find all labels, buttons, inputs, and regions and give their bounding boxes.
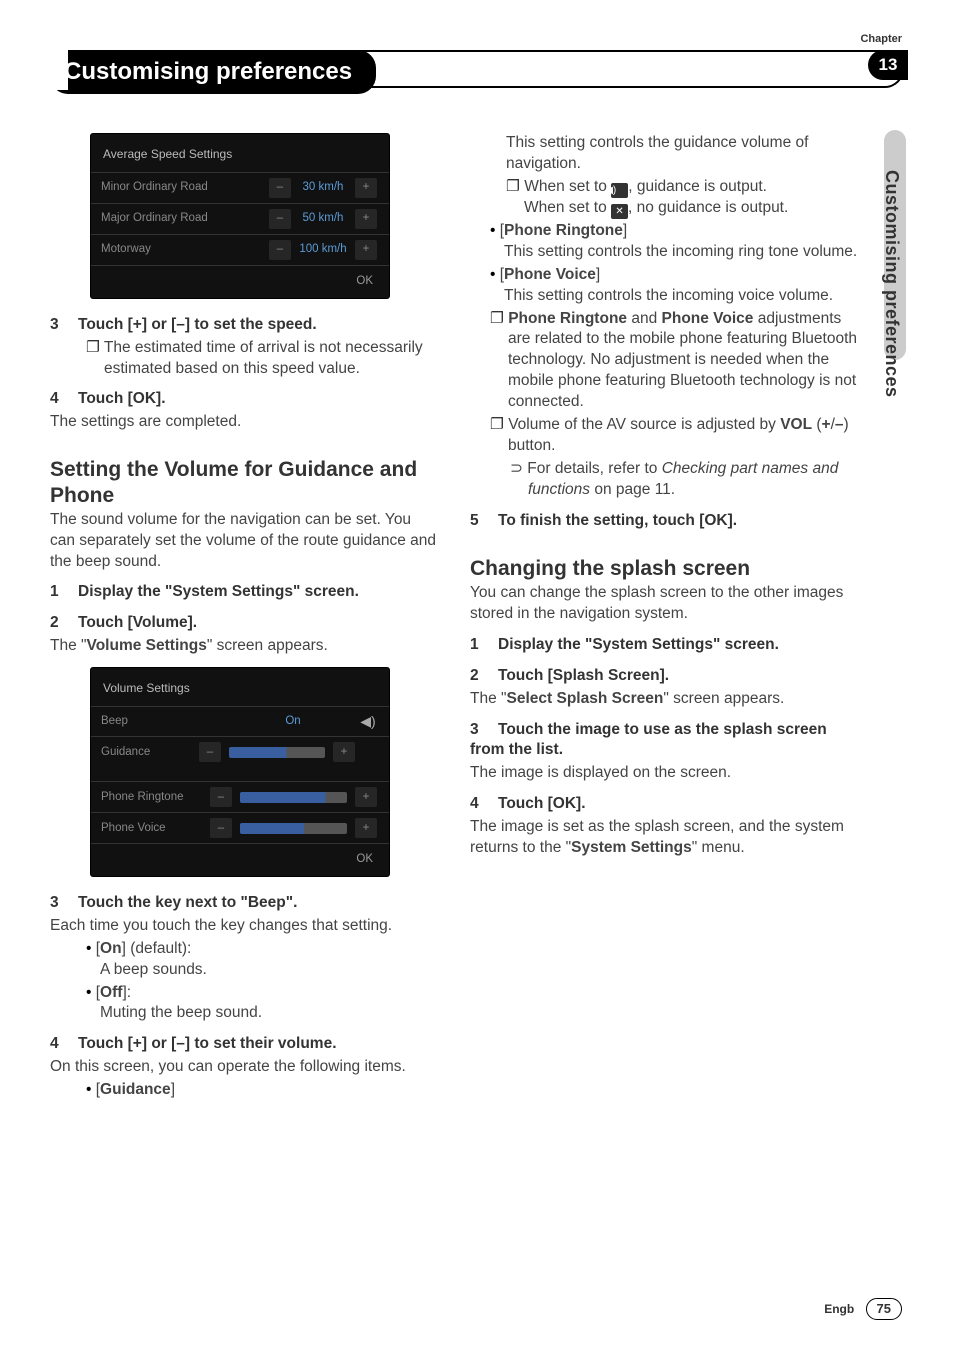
fig1-row-label: Minor Ordinary Road [101,180,267,196]
step-4b: 4Touch [+] or [–] to set their volume. [50,1034,440,1055]
step-4: 4Touch [OK]. [50,389,440,410]
plus-button[interactable]: + [355,818,377,838]
bullet-desc: Muting the beep sound. [100,1003,440,1024]
fig1-row-label: Major Ordinary Road [101,211,267,227]
body-text: You can change the splash screen to the … [470,583,860,625]
bullet-off: [Off]: [86,983,440,1004]
note-speaker-off: When set to ✕, no guidance is output. [524,198,860,219]
body-text: Each time you touch the key changes that… [50,916,440,937]
side-tab-label: Customising preferences [880,170,904,398]
beep-toggle[interactable]: On [229,714,357,730]
fig1-row-label: Motorway [101,242,267,258]
bullet-guidance: [Guidance] [86,1080,440,1101]
body-text: The image is set as the splash screen, a… [470,817,860,859]
minus-button[interactable]: – [210,818,232,838]
step-3b: 3Touch the key next to "Beep". [50,893,440,914]
step-1: 1Display the "System Settings" screen. [50,582,440,603]
step-text: Touch [OK]. [78,390,166,407]
speaker-icon: ◀) [357,712,379,731]
left-column: Average Speed Settings Minor Ordinary Ro… [50,133,440,1101]
footer: Engb 75 [824,1298,902,1320]
bullet-desc: A beep sounds. [100,960,440,981]
volume-bar [240,823,347,834]
step-1: 1Display the "System Settings" screen. [470,635,860,656]
body-text: The sound volume for the navigation can … [50,510,440,573]
fig1-title: Average Speed Settings [91,142,389,172]
step-text: Display the "System Settings" screen. [78,583,359,600]
fig1-row-value: 100 km/h [293,242,353,258]
fig1-row-value: 50 km/h [293,211,353,227]
step-text: Touch [+] or [–] to set their volume. [78,1035,337,1052]
step-text: To finish the setting, touch [OK]. [498,512,737,529]
step-2: 2Touch [Volume]. [50,613,440,634]
note-speaker-on: When set to ◀), guidance is output. [506,177,860,198]
step-3: 3Touch the image to use as the splash sc… [470,720,860,762]
fig2-label: Phone Voice [101,821,208,837]
page-number: 75 [866,1298,902,1320]
plus-button[interactable]: + [333,742,355,762]
step-text: Touch the key next to "Beep". [78,894,297,911]
fig2-label: Phone Ringtone [101,790,208,806]
fig2-label: Guidance [101,745,197,761]
step-3: 3Touch [+] or [–] to set the speed. [50,315,440,336]
plus-button[interactable]: + [355,240,377,260]
speaker-off-icon: ✕ [611,204,628,219]
fig2-ringtone-row: Phone Ringtone – + [91,781,389,812]
speaker-on-icon: ◀) [611,183,628,198]
step-text: Display the "System Settings" screen. [498,636,779,653]
bullet-ringtone: [Phone Ringtone] [490,221,860,242]
fig2-guidance-row: Guidance – + [91,736,389,767]
step-4: 4Touch [OK]. [470,794,860,815]
step-text: Touch [OK]. [498,795,586,812]
volume-bar [229,747,325,758]
note-av-volume: Volume of the AV source is adjusted by V… [490,415,860,457]
fig1-row: Major Ordinary Road – 50 km/h + [91,203,389,234]
volume-bar [240,792,347,803]
minus-button[interactable]: – [269,240,291,260]
plus-button[interactable]: + [355,178,377,198]
right-column: This setting controls the guidance volum… [470,133,860,1101]
fig1-row-value: 30 km/h [293,180,353,196]
step-text: Touch [Volume]. [78,614,197,631]
body-text: The "Volume Settings" screen appears. [50,636,440,657]
cross-ref: For details, refer to Checking part name… [510,459,860,501]
step-text: Touch the image to use as the splash scr… [470,721,827,759]
fig-volume-settings: Volume Settings Beep On ◀) Guidance – + … [90,667,390,877]
bullet-voice: [Phone Voice] [490,265,860,286]
body-text: This setting controls the guidance volum… [506,133,860,175]
ok-button[interactable]: OK [91,843,389,876]
fig2-label: Beep [101,714,229,730]
footer-lang: Engb [824,1302,854,1316]
note-bluetooth: Phone Ringtone and Phone Voice adjustmen… [490,309,860,414]
body-text: The image is displayed on the screen. [470,763,860,784]
minus-button[interactable]: – [269,209,291,229]
note: The estimated time of arrival is not nec… [86,338,440,380]
bullet-on: [On] (default): [86,939,440,960]
fig2-voice-row: Phone Voice – + [91,812,389,843]
plus-button[interactable]: + [355,787,377,807]
step-text: Touch [Splash Screen]. [498,667,669,684]
body-text: This setting controls the incoming voice… [504,286,860,307]
chapter-label: Chapter [860,32,902,47]
fig1-row: Minor Ordinary Road – 30 km/h + [91,172,389,203]
body-text: The "Select Splash Screen" screen appear… [470,689,860,710]
title-rule [50,50,904,88]
fig2-title: Volume Settings [91,676,389,706]
body-text: This setting controls the incoming ring … [504,242,860,263]
minus-button[interactable]: – [199,742,221,762]
section-heading-splash: Changing the splash screen [470,556,860,581]
plus-button[interactable]: + [355,209,377,229]
step-2: 2Touch [Splash Screen]. [470,666,860,687]
minus-button[interactable]: – [210,787,232,807]
ok-button[interactable]: OK [91,265,389,298]
section-heading-volume: Setting the Volume for Guidance and Phon… [50,457,440,507]
minus-button[interactable]: – [269,178,291,198]
step-5: 5To finish the setting, touch [OK]. [470,511,860,532]
fig2-beep-row: Beep On ◀) [91,706,389,736]
step-text: Touch [+] or [–] to set the speed. [78,316,317,333]
fig1-row: Motorway – 100 km/h + [91,234,389,265]
body-text: The settings are completed. [50,412,440,433]
fig-average-speed: Average Speed Settings Minor Ordinary Ro… [90,133,390,299]
body-text: On this screen, you can operate the foll… [50,1057,440,1078]
